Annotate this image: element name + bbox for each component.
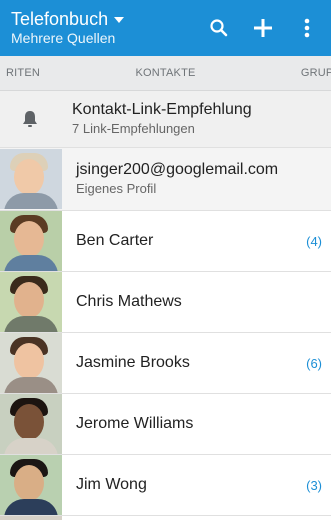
own-profile-row[interactable]: jsinger200@googlemail.com Eigenes Profil (0, 148, 331, 211)
contact-row[interactable]: Jerome Williams (0, 394, 331, 455)
contact-row[interactable]: Jasmine Brooks (6) (0, 333, 331, 394)
app-header: Telefonbuch Mehrere Quellen (0, 0, 331, 56)
profile-subtitle: Eigenes Profil (76, 181, 157, 196)
search-button[interactable] (205, 14, 233, 42)
app-title: Telefonbuch (11, 9, 109, 29)
link-count-badge: (3) (306, 477, 322, 493)
contact-row[interactable]: Chris Mathews (0, 272, 331, 333)
link-count-badge: (4) (306, 233, 322, 249)
avatar (0, 272, 62, 332)
link-suggestion-row[interactable]: Kontakt-Link-Empfehlung 7 Link-Empfehlun… (0, 91, 331, 148)
search-icon (210, 19, 228, 37)
contact-name: Jerome Williams (76, 415, 194, 432)
avatar (0, 516, 62, 520)
bell-icon (0, 91, 60, 147)
link-suggestion-subtitle: 7 Link-Empfehlungen (72, 121, 195, 136)
overflow-menu-button[interactable] (293, 14, 321, 42)
header-actions (205, 14, 331, 42)
contact-name: Chris Mathews (76, 293, 182, 310)
tab-contacts[interactable]: KONTAKTE (0, 56, 331, 90)
more-vertical-icon (304, 18, 310, 38)
contact-name: Jim Wong (76, 476, 147, 493)
link-suggestion-title: Kontakt-Link-Empfehlung (72, 101, 252, 118)
avatar (0, 211, 62, 271)
source-selector[interactable]: Telefonbuch Mehrere Quellen (0, 9, 205, 47)
contact-row[interactable]: Jim Wong (3) (0, 455, 331, 516)
tab-groups[interactable]: GRUPP (301, 56, 331, 90)
avatar (0, 455, 62, 515)
link-count-badge: (6) (306, 355, 322, 371)
avatar (0, 149, 62, 209)
contact-name: Ben Carter (76, 232, 154, 249)
avatar (0, 394, 62, 454)
avatar (0, 333, 62, 393)
add-contact-button[interactable] (249, 14, 277, 42)
tab-bar: RITEN KONTAKTE GRUPP (0, 56, 331, 91)
app-subtitle: Mehrere Quellen (11, 30, 116, 46)
contact-name: Jasmine Brooks (76, 354, 190, 371)
plus-icon (254, 19, 272, 37)
phonebook-app: Telefonbuch Mehrere Quellen RITEN KONTAK… (0, 0, 331, 520)
dropdown-caret-icon (114, 17, 125, 23)
profile-email: jsinger200@googlemail.com (76, 161, 279, 178)
contact-row[interactable]: Ben Carter (4) (0, 211, 331, 272)
contact-row-partial[interactable] (0, 516, 331, 520)
